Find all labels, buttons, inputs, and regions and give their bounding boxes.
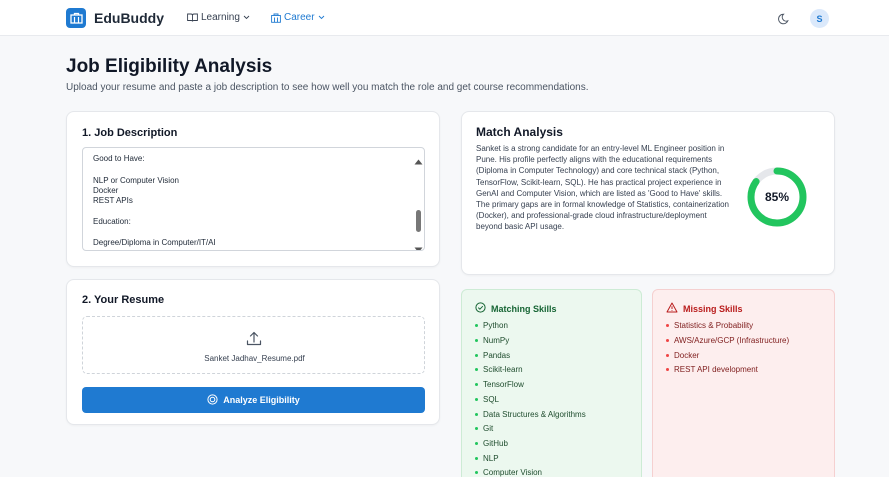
bullet-icon — [475, 354, 478, 357]
bullet-icon — [666, 368, 669, 371]
missing-skills-header: Missing Skills — [666, 302, 743, 315]
matching-skill-item: NLP — [475, 454, 499, 463]
missing-skill-item: Docker — [666, 351, 699, 360]
jd-line: Docker — [93, 186, 119, 195]
nav-career[interactable]: Career — [271, 12, 325, 23]
skill-label: Python — [483, 321, 508, 330]
upload-icon — [245, 330, 263, 353]
warning-triangle-icon — [666, 302, 678, 315]
resume-card: 2. Your Resume Sanket Jadhav_Resume.pdf … — [66, 279, 440, 425]
theme-toggle-moon-icon[interactable] — [777, 12, 789, 30]
jd-line: REST APIs — [93, 196, 133, 205]
bullet-icon — [666, 324, 669, 327]
bullet-icon — [666, 339, 669, 342]
skill-label: REST API development — [674, 365, 758, 374]
bullet-icon — [475, 324, 478, 327]
missing-skill-item: AWS/Azure/GCP (Infrastructure) — [666, 336, 789, 345]
skill-label: Computer Vision — [483, 468, 542, 477]
missing-skill-item: Statistics & Probability — [666, 321, 753, 330]
bullet-icon — [475, 471, 478, 474]
target-icon — [207, 393, 218, 407]
top-nav: EduBuddy Learning Career S — [0, 0, 889, 36]
textarea-scrollbar-thumb[interactable] — [416, 210, 421, 232]
resume-upload-zone[interactable]: Sanket Jadhav_Resume.pdf — [82, 316, 425, 374]
skill-label: NLP — [483, 454, 499, 463]
match-analysis-card: Match Analysis Sanket is a strong candid… — [461, 111, 835, 275]
skill-label: Statistics & Probability — [674, 321, 754, 330]
nav-learning[interactable]: Learning — [187, 12, 250, 23]
missing-skills-card: Missing Skills Statistics & Probability … — [652, 289, 835, 477]
skill-label: Data Structures & Algorithms — [483, 410, 586, 419]
matching-skill-item: NumPy — [475, 336, 509, 345]
bullet-icon — [475, 339, 478, 342]
briefcase-icon — [271, 13, 281, 23]
skill-label: SQL — [483, 395, 500, 404]
resume-title: 2. Your Resume — [82, 294, 165, 306]
skill-label: Scikit-learn — [483, 365, 523, 374]
logo-icon[interactable] — [66, 8, 86, 28]
book-icon — [187, 13, 198, 22]
missing-skills-title: Missing Skills — [683, 303, 743, 314]
bullet-icon — [475, 383, 478, 386]
job-description-card: 1. Job Description Good to Have: NLP or … — [66, 111, 440, 267]
bullet-icon — [475, 442, 478, 445]
skill-label: NumPy — [483, 336, 510, 345]
matching-skill-item: Pandas — [475, 351, 510, 360]
match-summary: Sanket is a strong candidate for an entr… — [476, 144, 730, 232]
jd-line: Good to Have: — [93, 154, 145, 163]
matching-skill-item: Computer Vision — [475, 468, 542, 477]
chevron-down-icon — [318, 15, 325, 20]
app-name[interactable]: EduBuddy — [94, 10, 164, 26]
matching-skill-item: Scikit-learn — [475, 365, 523, 374]
bullet-icon — [475, 413, 478, 416]
scroll-up-arrow-icon[interactable] — [414, 152, 423, 170]
resume-file-name: Sanket Jadhav_Resume.pdf — [204, 354, 305, 363]
matching-skill-item: SQL — [475, 395, 499, 404]
jd-line: NLP or Computer Vision — [93, 176, 179, 185]
nav-learning-label: Learning — [201, 12, 240, 23]
page-subtitle: Upload your resume and paste a job descr… — [66, 82, 589, 93]
nav-career-label: Career — [284, 12, 315, 23]
skill-label: GitHub — [483, 439, 508, 448]
matching-skill-item: Python — [475, 321, 508, 330]
bullet-icon — [666, 354, 669, 357]
page-title: Job Eligibility Analysis — [66, 56, 273, 77]
matching-skills-title: Matching Skills — [491, 303, 557, 314]
matching-skill-item: TensorFlow — [475, 380, 524, 389]
bullet-icon — [475, 368, 478, 371]
skill-label: Git — [483, 424, 494, 433]
match-analysis-title: Match Analysis — [476, 125, 563, 139]
user-avatar[interactable]: S — [810, 9, 829, 28]
matching-skills-card: Matching Skills Python NumPy Pandas Scik… — [461, 289, 642, 477]
check-circle-icon — [475, 302, 486, 315]
skill-label: Docker — [674, 351, 700, 360]
matching-skill-item: Git — [475, 424, 493, 433]
job-description-textarea[interactable]: Good to Have: NLP or Computer Vision Doc… — [82, 147, 425, 251]
matching-skill-item: GitHub — [475, 439, 508, 448]
skill-label: AWS/Azure/GCP (Infrastructure) — [674, 336, 790, 345]
matching-skill-item: Data Structures & Algorithms — [475, 410, 586, 419]
chevron-down-icon — [243, 15, 250, 20]
analyze-eligibility-button[interactable]: Analyze Eligibility — [82, 387, 425, 413]
analyze-eligibility-label: Analyze Eligibility — [223, 395, 300, 405]
bullet-icon — [475, 398, 478, 401]
jd-line: Degree/Diploma in Computer/IT/AI — [93, 238, 216, 247]
match-score-label: 85% — [764, 190, 790, 204]
bullet-icon — [475, 427, 478, 430]
jd-line: Education: — [93, 217, 131, 226]
job-description-title: 1. Job Description — [82, 127, 178, 139]
skill-label: Pandas — [483, 351, 511, 360]
missing-skill-item: REST API development — [666, 365, 758, 374]
matching-skills-header: Matching Skills — [475, 302, 557, 315]
scroll-down-arrow-icon[interactable] — [414, 240, 423, 250]
skill-label: TensorFlow — [483, 380, 524, 389]
bullet-icon — [475, 457, 478, 460]
